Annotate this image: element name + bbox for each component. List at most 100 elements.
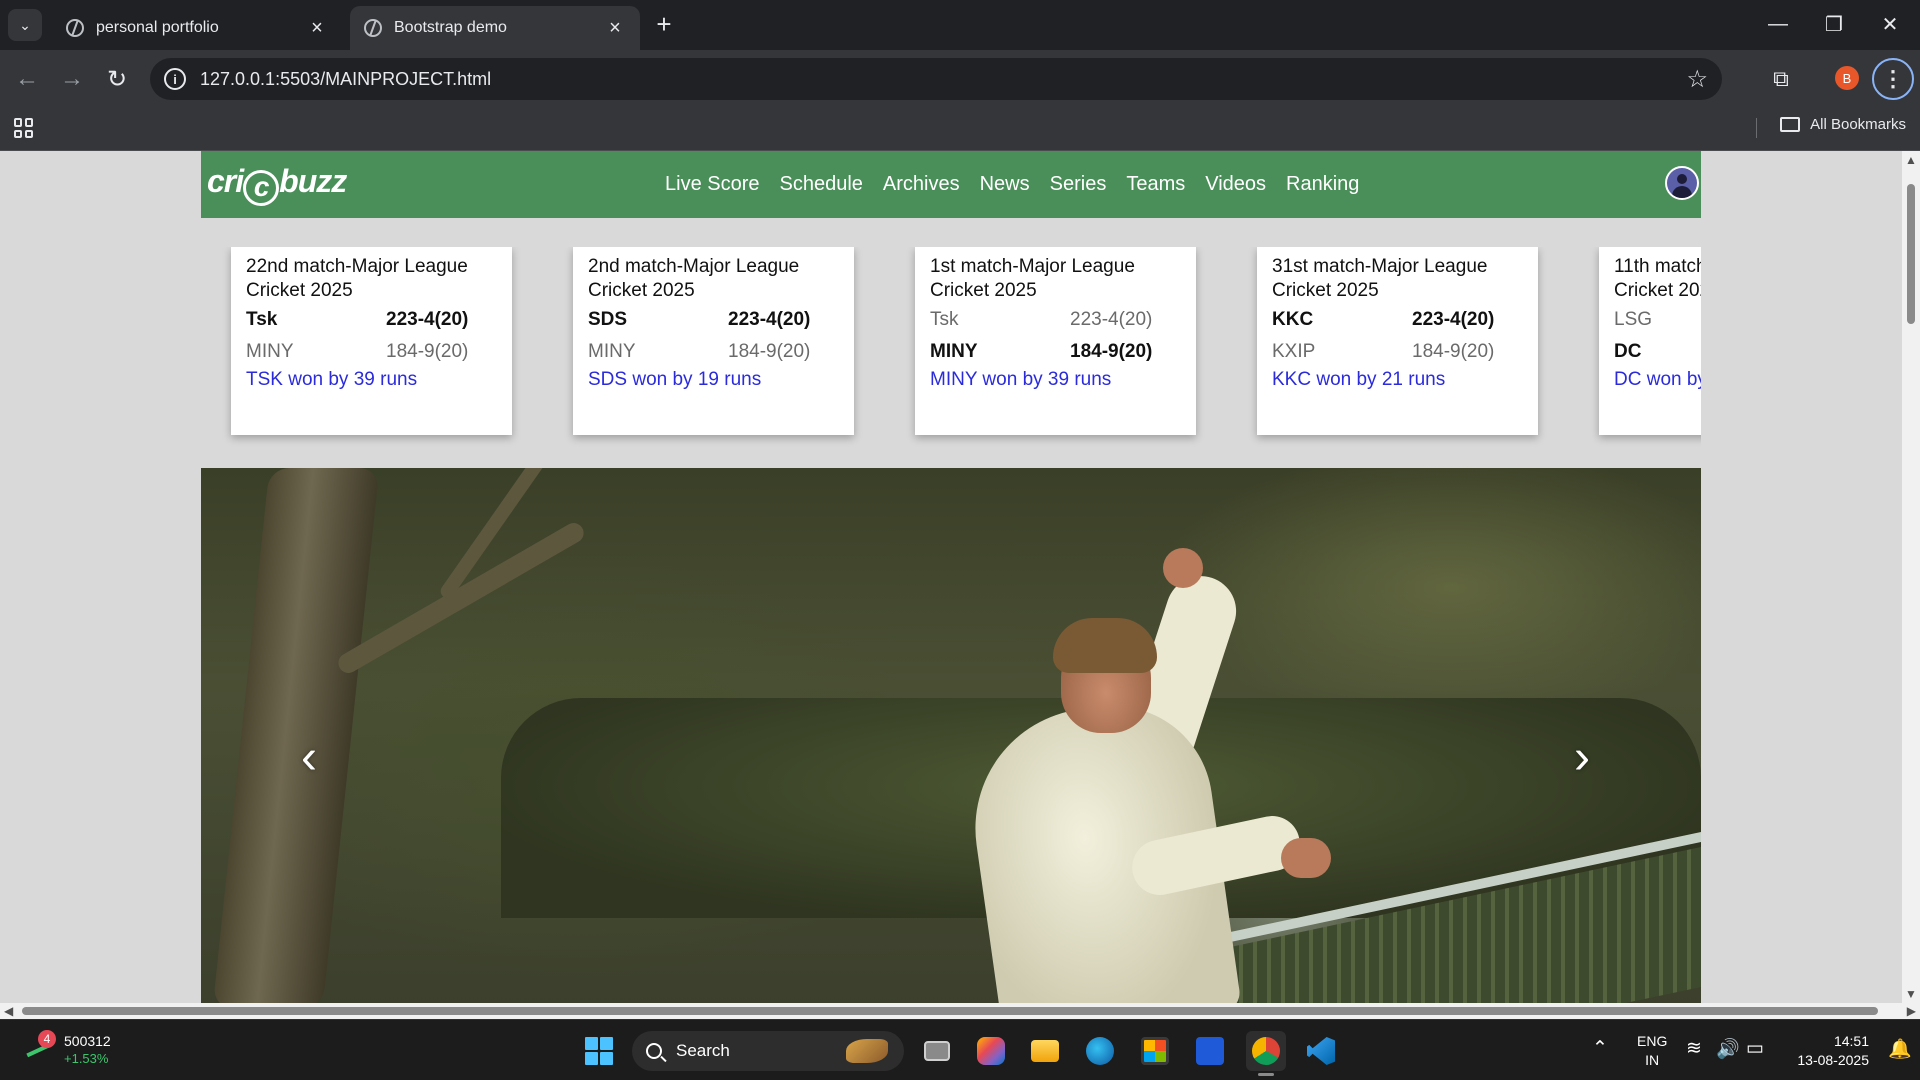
site-info-icon[interactable]: i: [164, 68, 186, 90]
nav-schedule[interactable]: Schedule: [780, 173, 863, 196]
file-explorer-button[interactable]: [1025, 1031, 1065, 1071]
apps-grid-icon[interactable]: [14, 118, 34, 138]
address-bar[interactable]: i 127.0.0.1:5503/MAINPROJECT.html ☆: [150, 58, 1722, 100]
folder-icon: [1780, 117, 1801, 132]
back-button[interactable]: ←: [10, 62, 44, 96]
system-clock[interactable]: 14:51 13-08-2025: [1785, 1032, 1869, 1070]
cricbuzz-logo[interactable]: cri c buzz: [207, 163, 347, 206]
extensions-icon[interactable]: ⧉: [1765, 63, 1797, 95]
taskbar-search[interactable]: Search: [632, 1031, 904, 1071]
team-row: Tsk 223-4(20): [246, 305, 497, 335]
wifi-icon[interactable]: ≋: [1686, 1037, 1702, 1060]
match-result[interactable]: DC won by: [1614, 369, 1701, 391]
search-icon: [646, 1043, 662, 1059]
folder-icon: [1031, 1040, 1059, 1062]
browser-toolbar: ← → ↻ i 127.0.0.1:5503/MAINPROJECT.html …: [0, 50, 1920, 108]
match-result[interactable]: TSK won by 39 runs: [246, 369, 497, 391]
nav-live-score[interactable]: Live Score: [665, 173, 760, 196]
nav-ranking[interactable]: Ranking: [1286, 173, 1359, 196]
match-title: 31st match-Major League Cricket 2025: [1272, 256, 1488, 301]
close-tab-icon[interactable]: ×: [306, 17, 328, 39]
nav-news[interactable]: News: [980, 173, 1030, 196]
close-tab-icon[interactable]: ×: [604, 17, 626, 39]
tab-personal-portfolio[interactable]: personal portfolio ×: [52, 6, 342, 50]
nav-links: Live Score Schedule Archives News Series…: [665, 151, 1379, 218]
team-row: DC: [1614, 337, 1701, 367]
profile-avatar[interactable]: B: [1835, 66, 1859, 90]
new-tab-button[interactable]: +: [650, 9, 678, 39]
match-card[interactable]: 31st match-Major League Cricket 2025 KKC…: [1257, 247, 1538, 435]
scroll-right-icon[interactable]: ▶: [1907, 1004, 1916, 1018]
nav-archives[interactable]: Archives: [883, 173, 960, 196]
nav-videos[interactable]: Videos: [1205, 173, 1266, 196]
team-name: MINY: [246, 341, 294, 362]
bowler-hair: [1053, 618, 1157, 673]
edge-button[interactable]: [1080, 1031, 1120, 1071]
scroll-up-icon[interactable]: ▲: [1905, 153, 1917, 167]
stock-widget[interactable]: 4 500312 +1.53%: [24, 1030, 111, 1068]
remote-app-icon: [1196, 1037, 1224, 1065]
copilot-icon: [977, 1037, 1005, 1065]
logo-text-suffix: buzz: [279, 163, 347, 199]
remote-app-button[interactable]: [1190, 1031, 1230, 1071]
vscode-icon: [1307, 1037, 1335, 1065]
team-name: SDS: [588, 309, 628, 330]
team-row: KKC 223-4(20): [1272, 305, 1523, 335]
match-card[interactable]: 11th match-Major League Cricket 2025 LSG…: [1599, 247, 1701, 435]
tab-bootstrap-demo[interactable]: Bootstrap demo ×: [350, 6, 640, 50]
team-row: MINY 184-9(20): [246, 337, 497, 367]
vertical-scroll-thumb[interactable]: [1907, 184, 1915, 324]
show-hidden-icons-chevron-icon[interactable]: ⌃: [1592, 1037, 1608, 1060]
match-card[interactable]: 2nd match-Major League Cricket 2025 SDS 2…: [573, 247, 854, 435]
vscode-button[interactable]: [1301, 1031, 1341, 1071]
store-button[interactable]: [1135, 1031, 1175, 1071]
close-window-button[interactable]: ✕: [1862, 0, 1918, 48]
all-bookmarks-button[interactable]: All Bookmarks: [1780, 116, 1906, 133]
tab-search-dropdown[interactable]: ⌄: [8, 9, 42, 41]
battery-icon[interactable]: ▭: [1746, 1037, 1764, 1060]
page-viewport: cri c buzz Live Score Schedule Archives Ne…: [0, 151, 1902, 1003]
browser-menu-icon[interactable]: ⋮: [1872, 58, 1914, 100]
minimize-button[interactable]: —: [1750, 0, 1806, 48]
search-label: Search: [676, 1041, 730, 1060]
horizontal-scroll-thumb[interactable]: [22, 1007, 1878, 1015]
region-code: IN: [1645, 1052, 1660, 1068]
url-text[interactable]: 127.0.0.1:5503/MAINPROJECT.html: [200, 69, 1686, 90]
tab-title: Bootstrap demo: [394, 19, 507, 36]
copilot-button[interactable]: [971, 1031, 1011, 1071]
match-result[interactable]: SDS won by 19 runs: [588, 369, 839, 391]
chevron-right-icon[interactable]: ›: [1574, 730, 1590, 785]
vertical-scrollbar[interactable]: ▲ ▼: [1902, 151, 1920, 1003]
volume-icon[interactable]: 🔊: [1716, 1037, 1740, 1061]
match-result[interactable]: MINY won by 39 runs: [930, 369, 1181, 391]
scroll-left-icon[interactable]: ◀: [4, 1004, 13, 1018]
logo-text-prefix: cri: [207, 163, 244, 199]
reload-button[interactable]: ↻: [100, 62, 134, 96]
match-card[interactable]: 1st match-Major League Cricket 2025 Tsk 2…: [915, 247, 1196, 435]
nav-series[interactable]: Series: [1050, 173, 1107, 196]
start-button[interactable]: [579, 1031, 619, 1071]
chrome-button[interactable]: [1246, 1031, 1286, 1071]
bowler-hand: [1163, 548, 1203, 588]
scroll-down-icon[interactable]: ▼: [1905, 987, 1917, 1001]
team-score: 223-4(20): [1412, 309, 1495, 330]
chrome-icon: [1252, 1037, 1280, 1065]
restore-button[interactable]: ❐: [1806, 0, 1862, 48]
match-card[interactable]: 22nd match-Major League Cricket 2025 Tsk…: [231, 247, 512, 435]
team-score: 184-9(20): [386, 341, 469, 362]
nav-teams[interactable]: Teams: [1126, 173, 1185, 196]
task-view-button[interactable]: [917, 1031, 957, 1071]
language-indicator[interactable]: ENG IN: [1637, 1032, 1667, 1070]
match-result[interactable]: KKC won by 21 runs: [1272, 369, 1523, 391]
horizontal-scrollbar[interactable]: ◀ ▶: [0, 1003, 1920, 1019]
team-row: Tsk 223-4(20): [930, 305, 1181, 335]
bookmark-star-icon[interactable]: ☆: [1686, 65, 1708, 94]
user-avatar-icon[interactable]: [1665, 166, 1699, 200]
notification-bell-icon[interactable]: 🔔: [1888, 1037, 1912, 1061]
team-row: KXIP 184-9(20): [1272, 337, 1523, 367]
chevron-left-icon[interactable]: ‹: [301, 730, 317, 785]
forward-button[interactable]: →: [55, 62, 89, 96]
team-row: SDS 223-4(20): [588, 305, 839, 335]
windows-taskbar: 4 500312 +1.53% Search ⌃ ENG IN ≋ 🔊 ▭ 14…: [0, 1019, 1920, 1080]
team-name: DC: [1614, 341, 1642, 362]
